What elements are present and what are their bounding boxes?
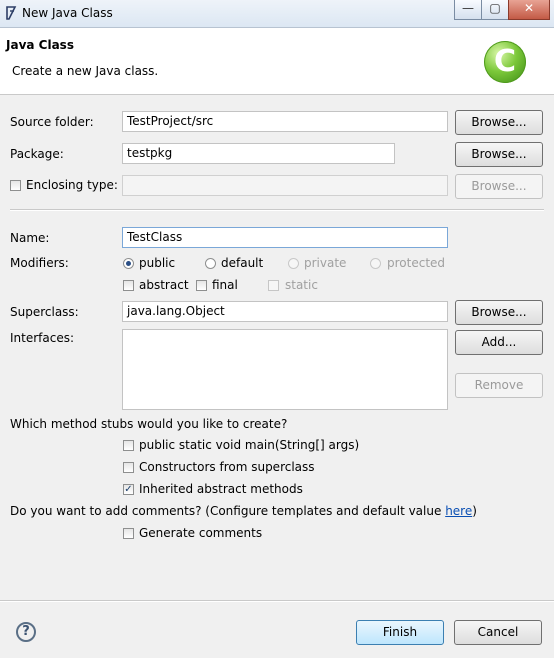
static-checkbox	[268, 280, 279, 291]
public-label: public	[139, 256, 176, 270]
eclipse-app-icon	[6, 6, 17, 20]
interfaces-list[interactable]	[122, 329, 448, 410]
source-folder-input[interactable]: TestProject/src	[122, 111, 448, 132]
remove-interface-button: Remove	[455, 373, 543, 398]
main-method-checkbox[interactable]	[123, 440, 134, 451]
finish-button[interactable]: Finish	[356, 620, 444, 645]
modifiers-label: Modifiers:	[10, 256, 69, 270]
page-title: Java Class	[6, 38, 74, 52]
add-interface-button[interactable]: Add...	[455, 330, 543, 355]
method-stubs-question: Which method stubs would you like to cre…	[10, 417, 288, 431]
superclass-browse-button[interactable]: Browse...	[455, 300, 543, 325]
package-input[interactable]: testpkg	[122, 143, 395, 164]
private-label: private	[304, 256, 347, 270]
cancel-button[interactable]: Cancel	[454, 620, 542, 645]
comments-question: Do you want to add comments? (Configure …	[10, 504, 477, 518]
help-icon[interactable]: ?	[16, 622, 36, 642]
comments-question-prefix: Do you want to add comments? (Configure …	[10, 504, 446, 518]
title-bar: New Java Class — ▢ ✕	[0, 0, 554, 28]
default-label: default	[221, 256, 264, 270]
static-label: static	[285, 278, 318, 292]
superclass-label: Superclass:	[10, 305, 79, 319]
configure-templates-link[interactable]: here	[445, 504, 472, 518]
main-method-label: public static void main(String[] args)	[139, 438, 360, 452]
enclosing-type-label: Enclosing type:	[26, 178, 118, 192]
maximize-button[interactable]: ▢	[481, 0, 509, 20]
page-description: Create a new Java class.	[12, 64, 159, 78]
minimize-button[interactable]: —	[454, 0, 482, 20]
separator	[10, 209, 544, 211]
interfaces-label: Interfaces:	[10, 331, 75, 345]
package-browse-button[interactable]: Browse...	[455, 142, 543, 167]
inherited-methods-checkbox[interactable]: ✓	[123, 484, 134, 495]
protected-radio	[370, 258, 381, 269]
enclosing-type-checkbox[interactable]	[10, 180, 21, 191]
source-folder-browse-button[interactable]: Browse...	[455, 110, 543, 135]
wizard-header: Java Class Create a new Java class. C	[0, 28, 554, 95]
footer-separator	[0, 600, 554, 602]
final-label: final	[212, 278, 238, 292]
name-label: Name:	[10, 231, 50, 245]
constructors-checkbox[interactable]	[123, 462, 134, 473]
abstract-checkbox[interactable]	[123, 280, 134, 291]
comments-question-suffix: )	[472, 504, 477, 518]
final-checkbox[interactable]	[196, 280, 207, 291]
radio-selected-dot	[126, 261, 131, 266]
package-label: Package:	[10, 147, 64, 161]
default-radio[interactable]	[205, 258, 216, 269]
class-name-input[interactable]: TestClass	[122, 227, 448, 248]
close-button[interactable]: ✕	[508, 0, 550, 20]
protected-label: protected	[387, 256, 446, 270]
window-title: New Java Class	[22, 6, 113, 20]
enclosing-type-input	[122, 175, 448, 196]
generate-comments-checkbox[interactable]	[123, 528, 134, 539]
inherited-methods-label: Inherited abstract methods	[139, 482, 303, 496]
generate-comments-label: Generate comments	[139, 526, 263, 540]
source-folder-label: Source folder:	[10, 115, 94, 129]
enclosing-type-browse-button: Browse...	[455, 174, 543, 199]
public-radio[interactable]	[123, 258, 134, 269]
java-class-logo-icon: C	[484, 41, 526, 83]
constructors-label: Constructors from superclass	[139, 460, 315, 474]
private-radio	[288, 258, 299, 269]
superclass-input[interactable]: java.lang.Object	[122, 301, 448, 322]
abstract-label: abstract	[139, 278, 189, 292]
